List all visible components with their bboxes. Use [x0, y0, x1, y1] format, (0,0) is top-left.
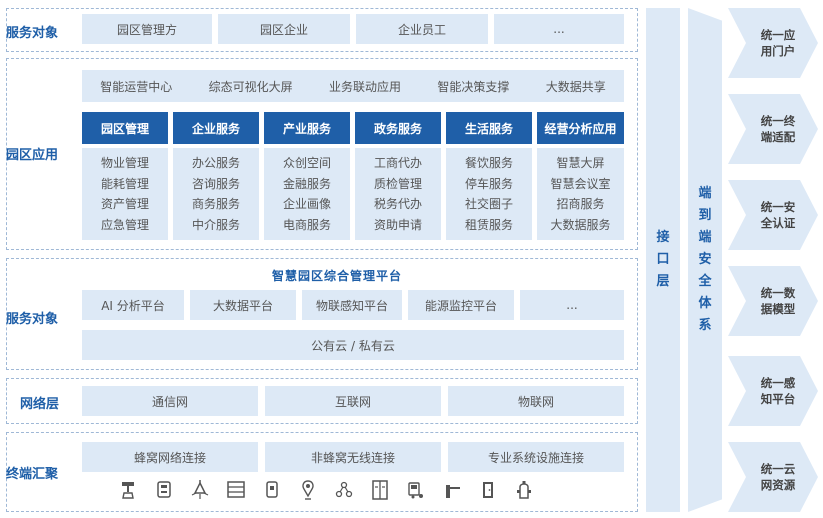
network-label: 网络层 [20, 397, 60, 412]
unified-security-auth-label: 统一安全认证 [760, 200, 796, 230]
park-apps-top-row: 智能运营中心 综态可视化大屏 业务联动应用 智能决策支撑 大数据共享 [82, 70, 624, 102]
list-item: 商务服务 [191, 197, 240, 212]
col-header-life-service: 生活服务 [446, 112, 532, 144]
platform-item-iot: 物联感知平台 [302, 290, 402, 320]
terminal-label: 终端汇聚 [6, 467, 59, 482]
unified-sensing-platform: 统一感知平台 [728, 356, 818, 426]
unified-data-model-label: 统一数据模型 [760, 286, 796, 316]
elevator-icon [370, 478, 390, 502]
col-header-industry-service: 产业服务 [264, 112, 350, 144]
list-item: 咨询服务 [191, 176, 240, 191]
platform-section-label: 服务对象 [6, 312, 59, 327]
list-item: 金融服务 [282, 176, 331, 191]
col-header-enterprise-service: 企业服务 [173, 112, 259, 144]
security-system: 端到端安全体系 [688, 8, 722, 512]
col-gov-service: 工商代办 质检管理 税务代办 资助申请 [355, 148, 441, 240]
col-header-business-analysis: 经营分析应用 [537, 112, 624, 144]
col-header-park-management: 园区管理 [82, 112, 168, 144]
list-item: 能耗管理 [100, 176, 149, 191]
network-icon [334, 478, 354, 502]
unified-app-portal-label: 统一应用门户 [760, 28, 796, 58]
list-item: 智慧大屏 [556, 156, 605, 171]
unified-cloud-network: 统一云网资源 [728, 442, 818, 512]
list-item: 餐饮服务 [464, 156, 513, 171]
top-item-operation-center: 智能运营中心 [100, 79, 173, 94]
list-item: 大数据服务 [550, 217, 611, 232]
unified-security-auth: 统一安全认证 [728, 180, 818, 250]
location-icon [298, 478, 318, 502]
service-item-employee: 企业员工 [356, 14, 488, 44]
service-item-park-enterprise: 园区企业 [218, 14, 350, 44]
terminal-non-cellular: 非蜂窝无线连接 [265, 442, 441, 472]
interface-layer: 接口层 [646, 8, 680, 512]
service-item-more: ... [494, 14, 624, 44]
meter-icon [154, 478, 174, 502]
service-object-label: 服务对象 [6, 26, 59, 41]
platform-item-energy: 能源监控平台 [408, 290, 514, 320]
list-item: 质检管理 [373, 176, 422, 191]
terminal-icons-row [118, 478, 534, 502]
col-business-analysis: 智慧大屏 智慧会议室 招商服务 大数据服务 [537, 148, 624, 240]
list-item: 社交圈子 [464, 197, 513, 212]
col-enterprise-service: 办公服务 咨询服务 商务服务 中介服务 [173, 148, 259, 240]
top-item-decision-support: 智能决策支撑 [437, 79, 510, 94]
gate-icon [442, 478, 462, 502]
terminal-cellular: 蜂窝网络连接 [82, 442, 258, 472]
unified-data-model: 统一数据模型 [728, 266, 818, 336]
platform-item-big-data: 大数据平台 [190, 290, 296, 320]
list-item: 众创空间 [282, 156, 331, 171]
interface-layer-label: 接口层 [656, 230, 670, 289]
faucet-icon [118, 478, 138, 502]
door-icon [478, 478, 498, 502]
network-iot: 物联网 [448, 386, 624, 416]
unified-cloud-network-label: 统一云网资源 [760, 462, 796, 492]
cloud-layer: 公有云 / 私有云 [82, 330, 624, 360]
list-item: 税务代办 [373, 197, 422, 212]
service-item-park-manager: 园区管理方 [82, 14, 212, 44]
list-item: 资产管理 [100, 197, 149, 212]
security-system-label: 端到端安全体系 [698, 186, 712, 333]
list-item: 招商服务 [556, 197, 605, 212]
list-item: 电商服务 [282, 217, 331, 232]
platform-item-ai: AI 分析平台 [82, 290, 184, 320]
list-item: 企业画像 [282, 197, 331, 212]
light-icon [190, 478, 210, 502]
top-item-visual-screen: 综态可视化大屏 [208, 79, 293, 94]
col-life-service: 餐饮服务 停车服务 社交圈子 租赁服务 [446, 148, 532, 240]
list-item: 智慧会议室 [550, 176, 611, 191]
terminal-professional: 专业系统设施连接 [448, 442, 624, 472]
list-item: 应急管理 [100, 217, 149, 232]
list-item: 停车服务 [464, 176, 513, 191]
device-icon [262, 478, 282, 502]
network-telecom: 通信网 [82, 386, 258, 416]
col-header-gov-service: 政务服务 [355, 112, 441, 144]
list-item: 物业管理 [100, 156, 149, 171]
list-item: 租赁服务 [464, 217, 513, 232]
hydrant-icon [514, 478, 534, 502]
top-item-big-data-share: 大数据共享 [545, 79, 606, 94]
top-item-business-link: 业务联动应用 [328, 79, 401, 94]
platform-item-more: ... [520, 290, 624, 320]
park-apps-label: 园区应用 [6, 148, 59, 163]
unified-app-portal: 统一应用门户 [728, 8, 818, 78]
col-park-management: 物业管理 能耗管理 资产管理 应急管理 [82, 148, 168, 240]
list-item: 办公服务 [191, 156, 240, 171]
unified-sensing-platform-label: 统一感知平台 [760, 376, 796, 406]
list-item: 资助申请 [373, 217, 422, 232]
list-item: 工商代办 [373, 156, 422, 171]
cabinet-icon [226, 478, 246, 502]
unified-terminal-adapt-label: 统一终端适配 [760, 114, 796, 144]
network-internet: 互联网 [265, 386, 441, 416]
list-item: 中介服务 [191, 217, 240, 232]
unified-terminal-adapt: 统一终端适配 [728, 94, 818, 164]
col-industry-service: 众创空间 金融服务 企业画像 电商服务 [264, 148, 350, 240]
platform-title: 智慧园区综合管理平台 [272, 269, 403, 283]
car-icon [406, 478, 426, 502]
